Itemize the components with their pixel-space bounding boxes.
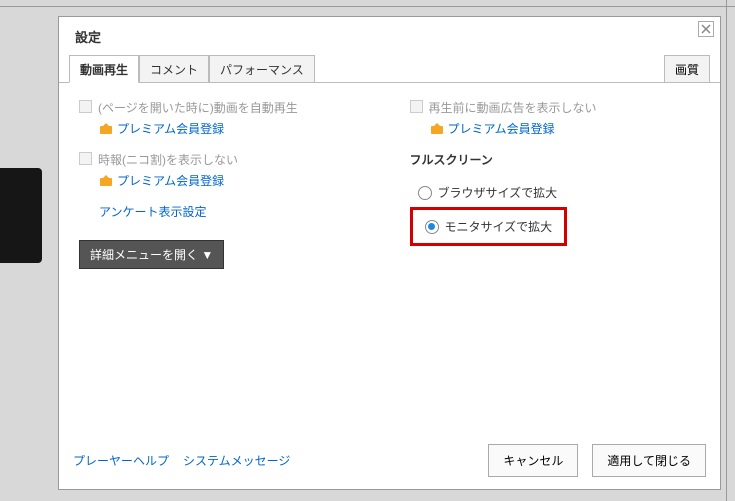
radio-monitor-label: モニタサイズで拡大 [445, 218, 553, 235]
radio-browser-label: ブラウザサイズで拡大 [438, 184, 558, 201]
right-column: 再生前に動画広告を表示しない プレミアム会員登録 フルスクリーン ブラウザサイズ… [410, 99, 701, 434]
noads-label: 再生前に動画広告を表示しない [429, 99, 597, 116]
premium-link-label: プレミアム会員登録 [117, 172, 224, 189]
premium-link-label: プレミアム会員登録 [117, 120, 224, 137]
player-help-link[interactable]: プレーヤーヘルプ [73, 452, 169, 469]
survey-link[interactable]: アンケート表示設定 [99, 203, 207, 220]
system-message-link[interactable]: システムメッセージ [183, 452, 290, 469]
autoplay-label: (ページを開いた時に)動画を自動再生 [98, 99, 298, 116]
premium-icon [99, 175, 113, 187]
settings-dialog: 設定 動画再生 コメント パフォーマンス 画質 (ページを開いた時に)動画を自動… [58, 16, 721, 490]
detail-menu-button[interactable]: 詳細メニューを開く ▼ [79, 240, 224, 269]
premium-link-right[interactable]: プレミアム会員登録 [430, 120, 701, 137]
radio-icon [425, 220, 439, 234]
nicowari-label: 時報(ニコ割)を表示しない [98, 151, 238, 168]
premium-link-left-1[interactable]: プレミアム会員登録 [99, 120, 370, 137]
radio-icon [418, 186, 432, 200]
close-button[interactable] [698, 21, 714, 37]
tab-performance[interactable]: パフォーマンス [209, 55, 315, 83]
dialog-footer: プレーヤーヘルプ システムメッセージ キャンセル 適用して閉じる [59, 434, 720, 489]
tab-video[interactable]: 動画再生 [69, 55, 139, 83]
left-dark-strip [0, 168, 42, 263]
tab-quality[interactable]: 画質 [664, 55, 710, 83]
radio-monitor-size[interactable]: モニタサイズで拡大 [417, 212, 561, 241]
tab-comment[interactable]: コメント [139, 55, 209, 83]
radio-browser-size[interactable]: ブラウザサイズで拡大 [410, 178, 701, 207]
premium-link-label: プレミアム会員登録 [448, 120, 555, 137]
cancel-button[interactable]: キャンセル [488, 444, 578, 477]
dialog-title: 設定 [59, 17, 720, 54]
premium-link-left-2[interactable]: プレミアム会員登録 [99, 172, 370, 189]
noads-row[interactable]: 再生前に動画広告を表示しない [410, 99, 701, 116]
fullscreen-heading: フルスクリーン [410, 151, 701, 168]
tabs-row: 動画再生 コメント パフォーマンス 画質 [59, 54, 720, 83]
premium-icon [430, 123, 444, 135]
autoplay-checkbox[interactable] [79, 100, 92, 113]
left-column: (ページを開いた時に)動画を自動再生 プレミアム会員登録 時報(ニコ割)を表示し… [79, 99, 370, 434]
apply-close-button[interactable]: 適用して閉じる [592, 444, 706, 477]
autoplay-row[interactable]: (ページを開いた時に)動画を自動再生 [79, 99, 370, 116]
nicowari-checkbox[interactable] [79, 152, 92, 165]
nicowari-row[interactable]: 時報(ニコ割)を表示しない [79, 151, 370, 168]
noads-checkbox[interactable] [410, 100, 423, 113]
highlight-box: モニタサイズで拡大 [410, 207, 568, 246]
detail-menu-label: 詳細メニューを開く ▼ [90, 246, 213, 263]
premium-icon [99, 123, 113, 135]
close-icon [701, 24, 711, 34]
